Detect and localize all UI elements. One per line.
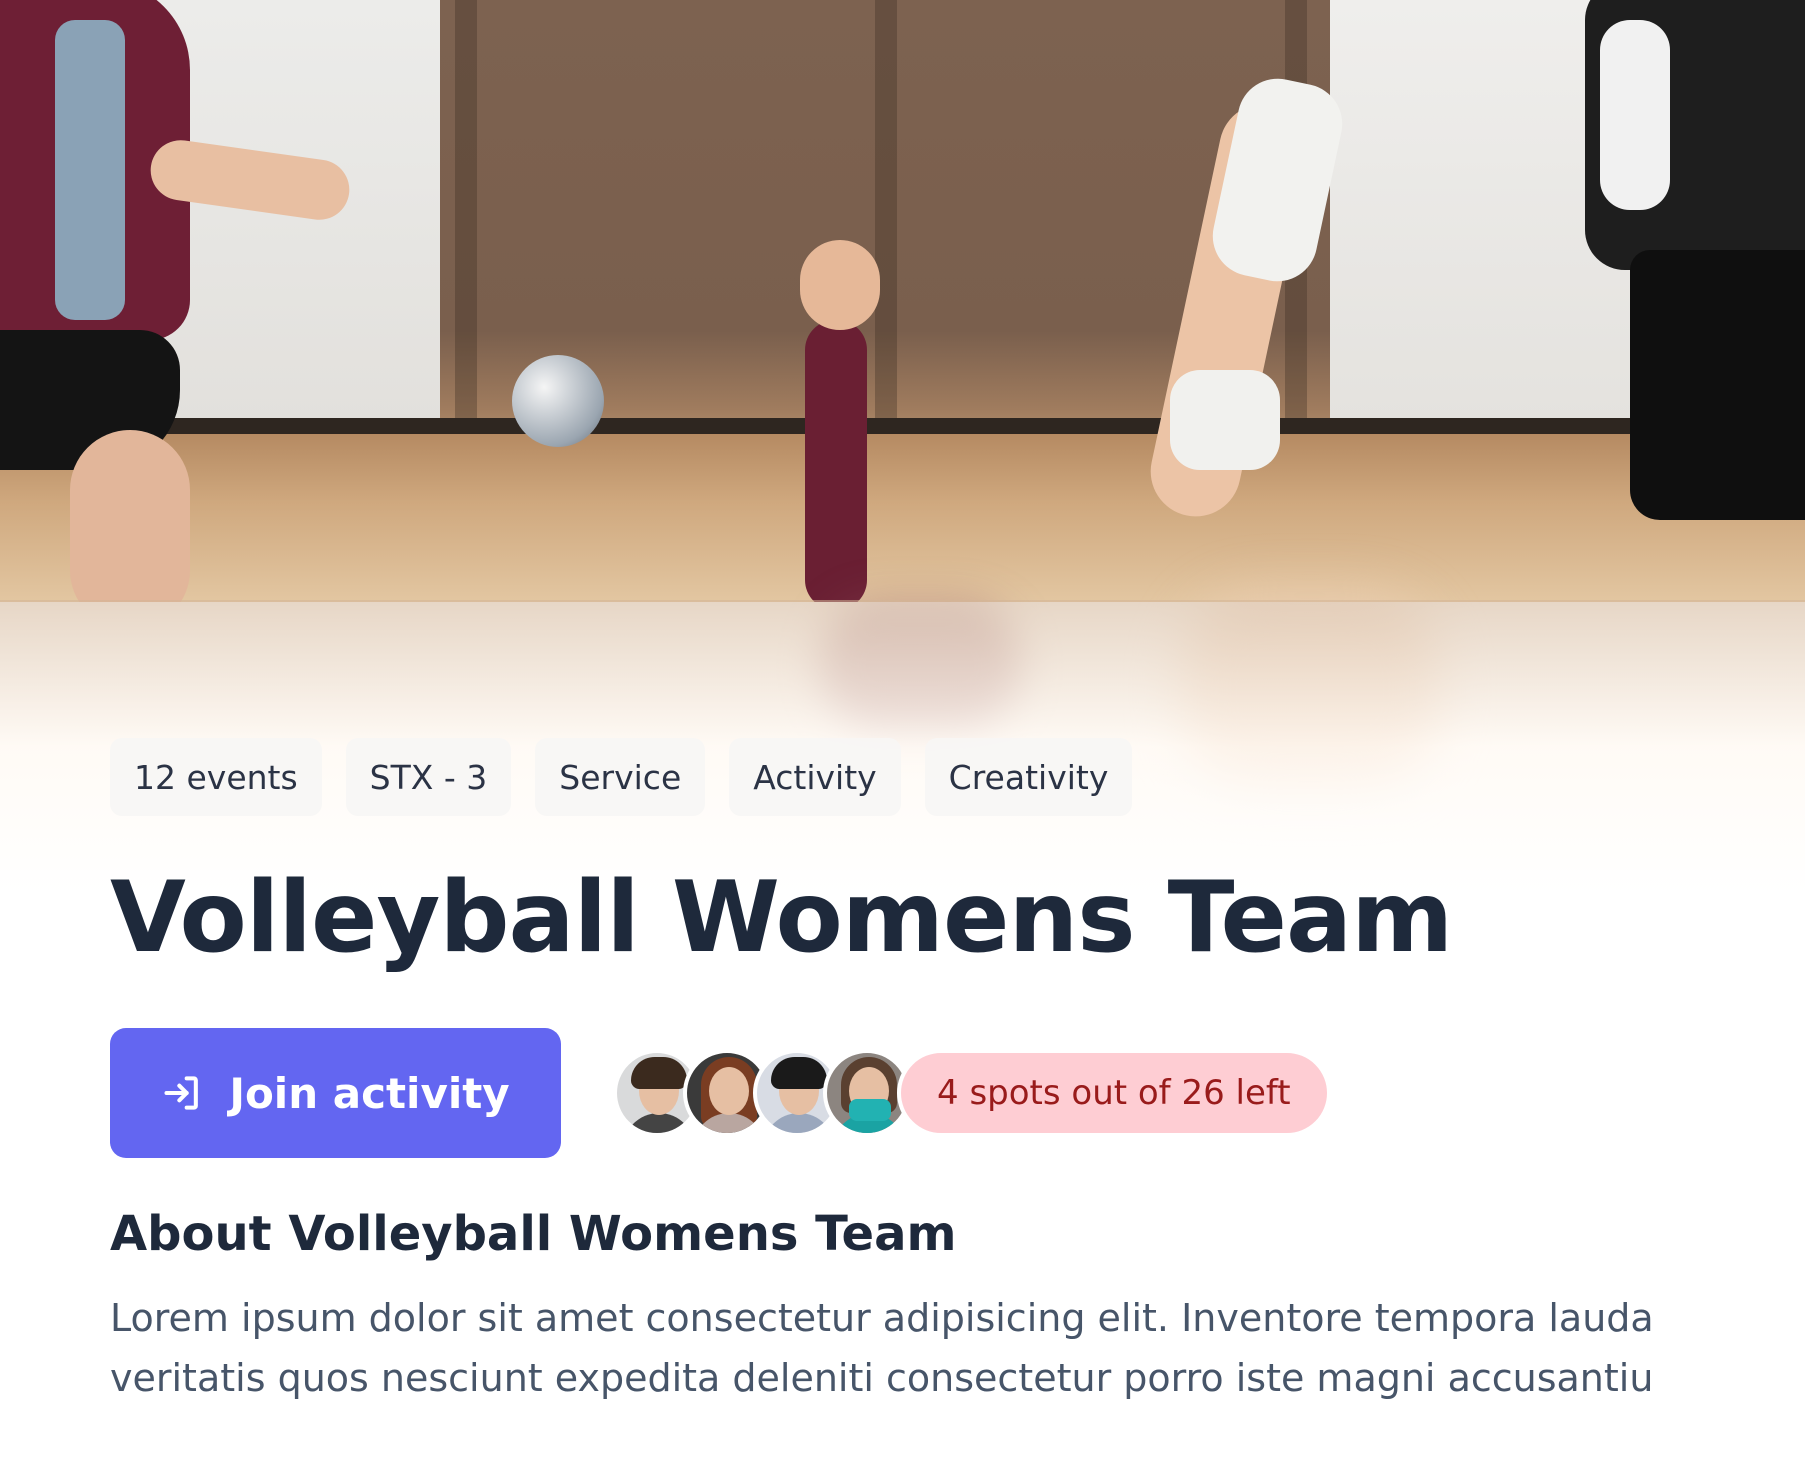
login-arrow-icon [161,1071,205,1115]
tag-activity[interactable]: Activity [729,738,901,816]
tag-creativity[interactable]: Creativity [924,738,1133,816]
tag-list: 12 events STX - 3 Service Activity Creat… [110,738,1805,816]
about-heading: About Volleyball Womens Team [110,1206,957,1262]
tag-service[interactable]: Service [535,738,706,816]
about-description: Lorem ipsum dolor sit amet consectetur a… [110,1288,1805,1408]
action-row: Join activity 4 spots out of 26 left [110,1028,1805,1158]
join-activity-button[interactable]: Join activity [110,1028,561,1158]
participant-avatars: 4 spots out of 26 left [613,1049,1331,1137]
hero-image [0,0,1805,602]
activity-page: 12 events STX - 3 Service Activity Creat… [0,0,1805,1461]
tag-events[interactable]: 12 events [110,738,322,816]
join-activity-label: Join activity [229,1068,510,1118]
spots-left-badge: 4 spots out of 26 left [897,1049,1331,1137]
tag-stx[interactable]: STX - 3 [345,738,512,816]
activity-content: 12 events STX - 3 Service Activity Creat… [110,738,1805,1408]
about-line-2: veritatis quos nesciunt expedita delenit… [110,1356,1654,1400]
page-title: Volleyball Womens Team [110,861,1453,975]
about-line-1: Lorem ipsum dolor sit amet consectetur a… [110,1296,1654,1340]
